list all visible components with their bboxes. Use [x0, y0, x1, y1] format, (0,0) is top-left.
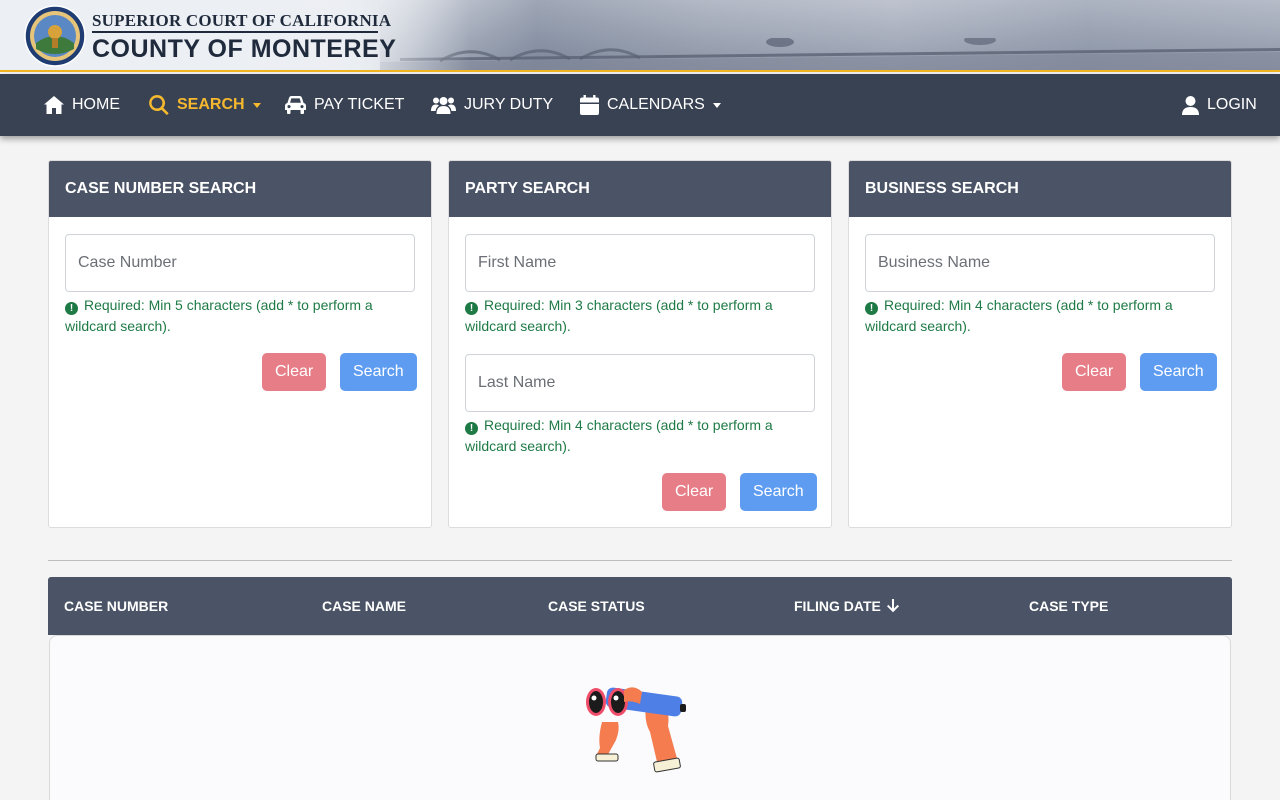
- users-icon: [431, 97, 456, 114]
- court-seal-icon[interactable]: [24, 5, 86, 67]
- business-name-input[interactable]: [865, 234, 1215, 292]
- chevron-down-icon: [252, 102, 261, 108]
- nav-item-search[interactable]: SEARCH: [149, 74, 261, 136]
- exclamation-circle-icon: !: [465, 422, 478, 435]
- nav-item-label: SEARCH: [177, 96, 245, 113]
- nav-item-jury-duty[interactable]: JURY DUTY: [431, 74, 553, 136]
- home-icon: [44, 96, 64, 114]
- case-number-search-card: CASE NUMBER SEARCH !Required: Min 5 char…: [48, 160, 432, 528]
- column-header-case-name[interactable]: CASE NAME: [322, 577, 406, 635]
- hint-text: Required: Min 3 characters (add * to per…: [465, 297, 773, 334]
- column-header-label: CASE TYPE: [1029, 598, 1109, 614]
- results-table-header: CASE NUMBER CASE NAME CASE STATUS FILING…: [48, 577, 1232, 635]
- nav-item-home[interactable]: HOME: [44, 74, 120, 136]
- column-header-case-type[interactable]: CASE TYPE: [1029, 577, 1108, 635]
- column-header-label: CASE NAME: [322, 598, 407, 614]
- login-button[interactable]: LOGIN: [1182, 74, 1257, 136]
- search-button[interactable]: Search: [740, 473, 817, 511]
- business-search-card: BUSINESS SEARCH !Required: Min 4 charact…: [848, 160, 1232, 528]
- banner-accent-stripe: [0, 70, 1280, 72]
- banner-title-line1: SUPERIOR COURT OF CALIFORNIA: [92, 11, 392, 30]
- banner-bridge-image: [380, 35, 1280, 72]
- hint-text: Required: Min 5 characters (add * to per…: [65, 297, 373, 334]
- search-icon: [149, 95, 169, 115]
- card-title: PARTY SEARCH: [449, 161, 831, 217]
- case-number-input[interactable]: [65, 234, 415, 292]
- column-header-filing-date[interactable]: FILING DATE: [794, 577, 899, 635]
- nav-item-label: HOME: [72, 96, 120, 113]
- last-name-input[interactable]: [465, 354, 815, 412]
- party-search-card: PARTY SEARCH !Required: Min 3 characters…: [448, 160, 832, 528]
- chevron-down-icon: [712, 102, 721, 108]
- exclamation-circle-icon: !: [865, 302, 878, 315]
- card-title: CASE NUMBER SEARCH: [49, 161, 431, 217]
- nav-item-label: JURY DUTY: [464, 96, 554, 113]
- column-header-case-number[interactable]: CASE NUMBER: [64, 577, 168, 635]
- column-header-label: CASE STATUS: [548, 598, 645, 614]
- car-icon: [285, 96, 306, 114]
- nav-item-label: PAY TICKET: [314, 96, 405, 113]
- search-button[interactable]: Search: [1140, 353, 1217, 391]
- section-divider: [48, 560, 1232, 561]
- banner-title-line2: COUNTY OF MONTEREY: [92, 35, 397, 63]
- binoculars-hands-illustration: [584, 682, 688, 782]
- card-title: BUSINESS SEARCH: [849, 161, 1231, 217]
- clear-button[interactable]: Clear: [662, 473, 727, 511]
- login-label: LOGIN: [1207, 96, 1257, 113]
- first-name-hint: ! Required: Min 3 characters (add * to pe…: [465, 295, 815, 337]
- first-name-input[interactable]: [465, 234, 815, 292]
- hint-text: Required: Min 4 characters (add * to per…: [465, 417, 773, 454]
- column-header-label: CASE NUMBER: [64, 598, 169, 614]
- clear-button[interactable]: Clear: [262, 353, 327, 391]
- column-header-case-status[interactable]: CASE STATUS: [548, 577, 645, 635]
- business-name-hint: ! Required: Min 4 characters (add * to pe…: [865, 295, 1215, 337]
- user-icon: [1182, 95, 1199, 115]
- last-name-hint: ! Required: Min 4 characters (add * to pe…: [465, 415, 815, 457]
- exclamation-circle-icon: !: [465, 302, 478, 315]
- case-number-hint: ! Required: Min 5 characters (add * to pe…: [65, 295, 415, 337]
- search-button[interactable]: Search: [340, 353, 417, 391]
- site-banner: SUPERIOR COURT OF CALIFORNIA COUNTY OF M…: [0, 0, 1280, 72]
- arrow-down-icon: [886, 599, 899, 613]
- clear-button[interactable]: Clear: [1062, 353, 1127, 391]
- nav-item-calendars[interactable]: CALENDARS: [580, 74, 721, 136]
- column-header-label: FILING DATE: [794, 598, 881, 614]
- nav-item-pay-ticket[interactable]: PAY TICKET: [285, 74, 404, 136]
- nav-item-label: CALENDARS: [607, 96, 705, 113]
- exclamation-circle-icon: !: [65, 302, 78, 315]
- calendar-icon: [580, 95, 599, 115]
- main-navbar: HOME SEARCH PAY TICKET JURY DUTY CALENDA…: [0, 74, 1280, 136]
- banner-rule: [92, 31, 378, 33]
- hint-text: Required: Min 4 characters (add * to per…: [865, 297, 1173, 334]
